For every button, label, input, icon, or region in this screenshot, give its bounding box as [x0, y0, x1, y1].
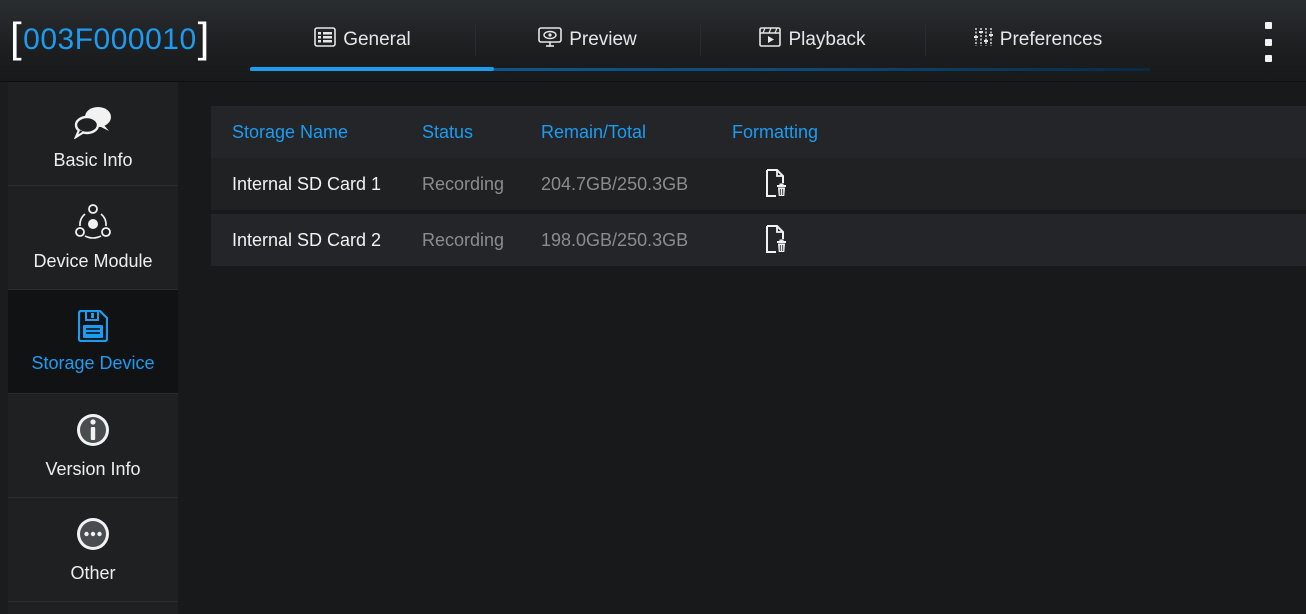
sidebar-item-label: Storage Device — [31, 352, 155, 373]
kebab-menu-icon[interactable] — [1258, 22, 1278, 62]
tab-underline — [250, 67, 1150, 71]
device-id-text: 003F000010 — [23, 23, 197, 56]
sidebar-item-storage-device[interactable]: Storage Device — [8, 290, 178, 394]
tab-playback-label: Playback — [788, 29, 866, 50]
tab-preview[interactable]: Preview — [475, 18, 700, 62]
table-header-row: Storage Name Status Remain/Total Formatt… — [211, 106, 1306, 158]
tab-general-label: General — [343, 29, 411, 50]
format-file-trash-icon[interactable] — [765, 224, 787, 259]
chat-bubbles-icon — [73, 105, 113, 144]
film-play-icon — [759, 27, 782, 53]
header-formatting: Formatting — [732, 121, 819, 142]
storage-remain-total: 204.7GB/250.3GB — [541, 173, 689, 194]
storage-status: Recording — [422, 173, 505, 194]
tab-preferences[interactable]: Preferences — [925, 18, 1150, 62]
storage-name: Internal SD Card 1 — [232, 173, 382, 194]
storage-remain-total: 198.0GB/250.3GB — [541, 229, 689, 250]
sidebar-item-label: Basic Info — [53, 149, 133, 170]
header-status: Status — [422, 121, 474, 142]
sidebar: Basic Info Device Module Storage Device … — [8, 82, 178, 614]
sidebar-item-label: Device Module — [33, 250, 153, 271]
active-tab-indicator — [250, 67, 494, 71]
floppy-disk-icon — [77, 309, 109, 347]
more-circle-icon — [75, 516, 111, 557]
tab-preferences-label: Preferences — [999, 29, 1103, 50]
storage-name: Internal SD Card 2 — [232, 229, 382, 250]
top-bar: [ 003F000010 ] General Preview Playback — [0, 0, 1306, 82]
sidebar-item-device-module[interactable]: Device Module — [8, 186, 178, 290]
header-remain-total: Remain/Total — [541, 121, 647, 142]
sidebar-item-other[interactable]: Other — [8, 498, 178, 602]
monitor-eye-icon — [538, 27, 563, 53]
storage-status: Recording — [422, 229, 505, 250]
module-nodes-icon — [75, 203, 111, 245]
storage-table: Storage Name Status Remain/Total Formatt… — [211, 106, 1306, 266]
sidebar-gutter — [178, 82, 200, 614]
grid-list-icon — [314, 27, 336, 53]
sidebar-item-label: Version Info — [45, 458, 141, 479]
sidebar-item-label: Other — [70, 562, 116, 583]
info-circle-icon — [75, 412, 111, 453]
main-tabs: General Preview Playback Preferences — [250, 18, 1150, 70]
sidebar-item-version-info[interactable]: Version Info — [8, 394, 178, 498]
tab-general[interactable]: General — [250, 18, 475, 62]
tab-playback[interactable]: Playback — [700, 18, 925, 62]
header-storage-name: Storage Name — [232, 121, 349, 142]
device-id-close-bracket: ] — [197, 14, 210, 61]
format-file-trash-icon[interactable] — [765, 168, 787, 203]
tab-preview-label: Preview — [569, 29, 637, 50]
device-id-open-bracket: [ — [10, 14, 23, 61]
sidebar-item-basic-info[interactable]: Basic Info — [8, 82, 178, 186]
device-id: [ 003F000010 ] — [10, 10, 210, 70]
table-row: Internal SD Card 1 Recording 204.7GB/250… — [211, 158, 1306, 210]
table-row: Internal SD Card 2 Recording 198.0GB/250… — [211, 214, 1306, 266]
storage-panel: Storage Name Status Remain/Total Formatt… — [200, 82, 1306, 614]
sliders-icon — [973, 27, 993, 53]
